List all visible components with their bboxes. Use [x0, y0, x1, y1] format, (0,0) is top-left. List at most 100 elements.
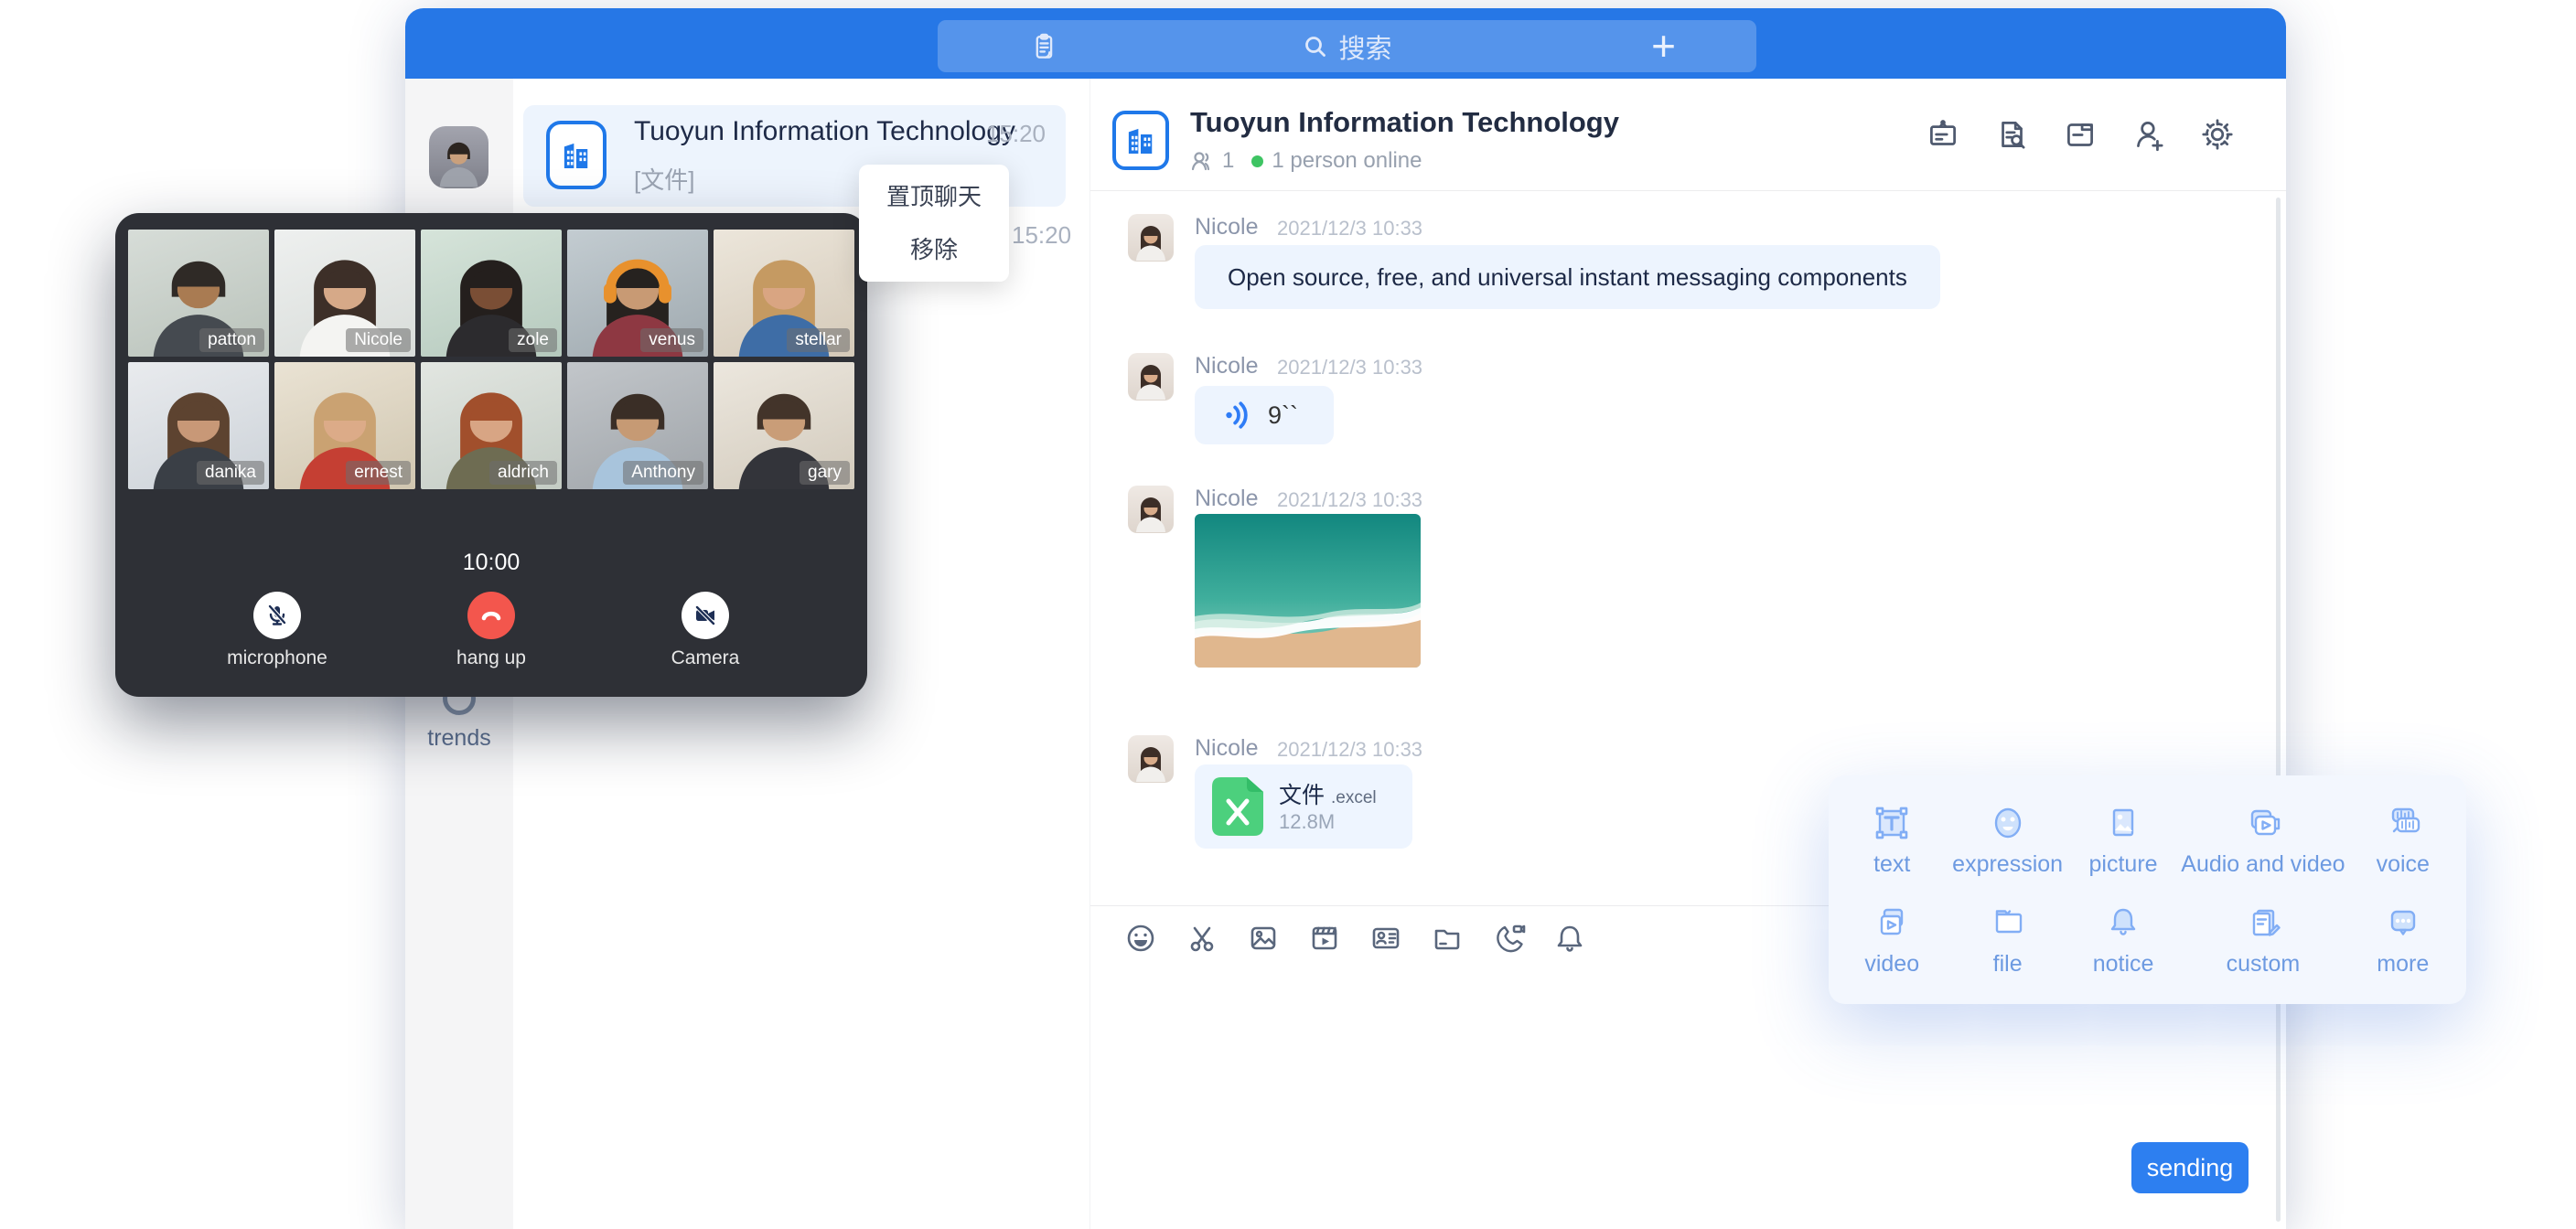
file-name: 文件 — [1279, 783, 1325, 808]
chat-header: Tuoyun Information Technology 1 1 person… — [1090, 79, 2286, 191]
video-tile: aldrich — [421, 362, 562, 489]
message-time: 2021/12/3 10:33 — [1277, 356, 1422, 379]
my-avatar[interactable] — [429, 126, 488, 188]
text-message-bubble: Open source, free, and universal instant… — [1195, 245, 1940, 309]
top-bar: 搜索 + — [405, 8, 2286, 79]
video-tile: patton — [128, 230, 269, 357]
participant-name: zole — [509, 328, 557, 352]
video-call-panel: patton Nicole zole venus stellar danika … — [115, 213, 867, 697]
sender-name: Nicole — [1195, 214, 1258, 240]
panel-item-text[interactable]: text — [1834, 790, 1949, 890]
add-button[interactable]: + — [1651, 22, 1676, 70]
add-member-icon[interactable] — [2130, 115, 2168, 154]
voice-message-bubble[interactable]: 9`` — [1195, 386, 1334, 444]
audio-video-icon — [2242, 802, 2284, 844]
video-tile: venus — [567, 230, 708, 357]
participant-name: venus — [640, 328, 703, 352]
participant-grid: patton Nicole zole venus stellar danika … — [128, 230, 854, 489]
panel-item-picture[interactable]: picture — [2066, 790, 2181, 890]
video-tile: zole — [421, 230, 562, 357]
sender-name: Nicole — [1195, 486, 1258, 512]
participant-name: stellar — [787, 328, 850, 352]
menu-item-pin-chat[interactable]: 置顶聊天 — [859, 170, 1009, 223]
call-timer: 10:00 — [115, 550, 867, 576]
panel-item-more[interactable]: more — [2345, 890, 2461, 989]
hang-up-label: hang up — [414, 647, 568, 669]
custom-doc-icon — [2242, 902, 2284, 944]
online-status: 1 person online — [1272, 148, 1422, 174]
chat-title: Tuoyun Information Technology — [1190, 106, 1619, 139]
contact-card-icon[interactable] — [1368, 920, 1404, 956]
chat-scrollbar[interactable] — [2276, 198, 2281, 1222]
participant-name: Anthony — [623, 461, 703, 485]
mic-off-icon — [264, 603, 290, 628]
search-icon — [1302, 33, 1329, 60]
participant-name: danika — [197, 461, 264, 485]
message-type-panel: text expression picture Audio and video … — [1829, 775, 2466, 1004]
participant-name: gary — [800, 461, 850, 485]
search-input[interactable]: 搜索 + — [938, 20, 1756, 72]
video-clapper-icon[interactable] — [1306, 920, 1343, 956]
voice-duration: 9`` — [1268, 401, 1298, 430]
video-tile: stellar — [714, 230, 854, 357]
expression-icon — [1987, 802, 2029, 844]
participant-name: Nicole — [346, 328, 411, 352]
panel-item-custom[interactable]: custom — [2181, 890, 2345, 989]
file-folder-icon — [1987, 902, 2029, 944]
files-icon[interactable] — [2061, 115, 2099, 154]
participant-name: aldrich — [489, 461, 557, 485]
video-tile: ernest — [274, 362, 415, 489]
panel-item-expression[interactable]: expression — [1949, 790, 2065, 890]
menu-item-remove[interactable]: 移除 — [859, 223, 1009, 276]
participant-name: patton — [199, 328, 264, 352]
online-dot — [1251, 155, 1263, 167]
panel-item-video[interactable]: video — [1834, 890, 1949, 989]
text-icon — [1871, 802, 1913, 844]
emoji-icon[interactable] — [1122, 920, 1159, 956]
sender-avatar[interactable] — [1128, 353, 1174, 401]
hang-up-icon — [478, 603, 504, 628]
conversation-preview: [文件] — [634, 162, 694, 196]
chat-history-search-icon[interactable] — [1992, 115, 2031, 154]
announcement-icon[interactable] — [1924, 115, 1962, 154]
send-button[interactable]: sending — [2131, 1142, 2249, 1193]
sender-avatar[interactable] — [1128, 735, 1174, 783]
sender-name: Nicole — [1195, 735, 1258, 762]
panel-item-file[interactable]: file — [1949, 890, 2065, 989]
conversation-time: 15:20 — [986, 120, 1046, 148]
sender-name: Nicole — [1195, 353, 1258, 379]
sender-avatar[interactable] — [1128, 486, 1174, 533]
trends-label: trends — [405, 725, 513, 752]
video-tile: Anthony — [567, 362, 708, 489]
sender-avatar[interactable] — [1128, 214, 1174, 262]
microphone-mute-button[interactable] — [253, 592, 301, 639]
image-message[interactable] — [1195, 514, 1421, 668]
notice-bell-icon — [2102, 902, 2144, 944]
call-icon[interactable] — [1490, 920, 1527, 956]
voice-wave-icon — [1222, 400, 1253, 431]
panel-item-voice[interactable]: voice — [2345, 790, 2461, 890]
camera-off-icon — [692, 603, 718, 628]
notification-bell-icon[interactable] — [1551, 920, 1588, 956]
beach-photo — [1195, 514, 1421, 668]
hang-up-button[interactable] — [467, 592, 515, 639]
conversation-context-menu: 置顶聊天 移除 — [859, 165, 1009, 282]
conversation-time: 15:20 — [1012, 221, 1071, 250]
screenshot-scissors-icon[interactable] — [1184, 920, 1220, 956]
video-tile: Nicole — [274, 230, 415, 357]
image-icon[interactable] — [1245, 920, 1282, 956]
more-icon — [2382, 902, 2424, 944]
settings-gear-icon[interactable] — [2198, 115, 2237, 154]
panel-item-audio-video[interactable]: Audio and video — [2181, 790, 2345, 890]
panel-item-notice[interactable]: notice — [2066, 890, 2181, 989]
member-count: 1 — [1222, 148, 1234, 174]
file-message-card[interactable]: 文件 .excel 12.8M — [1195, 764, 1412, 849]
camera-label: Camera — [628, 647, 782, 669]
message-time: 2021/12/3 10:33 — [1277, 217, 1422, 240]
call-records-icon[interactable] — [1027, 30, 1060, 63]
video-tile: gary — [714, 362, 854, 489]
microphone-label: microphone — [200, 647, 354, 669]
file-size: 12.8M — [1279, 810, 1335, 834]
camera-toggle-button[interactable] — [682, 592, 729, 639]
folder-icon[interactable] — [1429, 920, 1465, 956]
